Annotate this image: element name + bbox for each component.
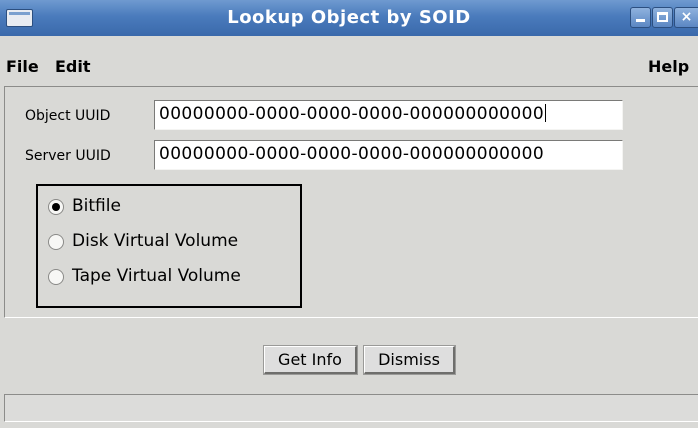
- status-bar: [4, 394, 698, 422]
- radio-checked-icon[interactable]: [48, 199, 64, 215]
- title-bar[interactable]: Lookup Object by SOID ×: [0, 0, 698, 37]
- dismiss-button[interactable]: Dismiss: [363, 345, 456, 375]
- menu-edit[interactable]: Edit: [55, 57, 91, 76]
- menu-help[interactable]: Help: [648, 57, 689, 76]
- menu-file[interactable]: File: [6, 57, 39, 76]
- object-uuid-value: 00000000-0000-0000-0000-000000000000: [159, 104, 545, 124]
- maximize-icon: [657, 12, 668, 22]
- menu-bar: File Edit Help: [0, 36, 698, 81]
- close-button[interactable]: ×: [674, 7, 698, 28]
- radio-label-disk-virtual-volume: Disk Virtual Volume: [72, 231, 239, 251]
- window-title: Lookup Object by SOID: [227, 7, 471, 28]
- get-info-button[interactable]: Get Info: [263, 345, 358, 375]
- server-uuid-input[interactable]: 00000000-0000-0000-0000-000000000000: [154, 140, 623, 170]
- close-icon: ×: [680, 9, 693, 25]
- radio-unchecked-icon[interactable]: [48, 269, 64, 285]
- object-type-radio-group: Bitfile Disk Virtual Volume Tape Virtual…: [36, 184, 302, 308]
- maximize-button[interactable]: [652, 7, 673, 28]
- server-uuid-label: Server UUID: [25, 148, 111, 164]
- minimize-icon: [636, 19, 645, 22]
- server-uuid-value: 00000000-0000-0000-0000-000000000000: [159, 144, 545, 164]
- lookup-object-window: Lookup Object by SOID × File Edit Help O…: [0, 0, 698, 428]
- text-caret: [545, 104, 547, 122]
- object-uuid-input[interactable]: 00000000-0000-0000-0000-000000000000: [154, 100, 623, 130]
- object-uuid-label: Object UUID: [25, 108, 111, 124]
- radio-unchecked-icon[interactable]: [48, 234, 64, 250]
- radio-label-bitfile: Bitfile: [72, 196, 121, 216]
- minimize-button[interactable]: [630, 7, 651, 28]
- radio-label-tape-virtual-volume: Tape Virtual Volume: [72, 266, 241, 286]
